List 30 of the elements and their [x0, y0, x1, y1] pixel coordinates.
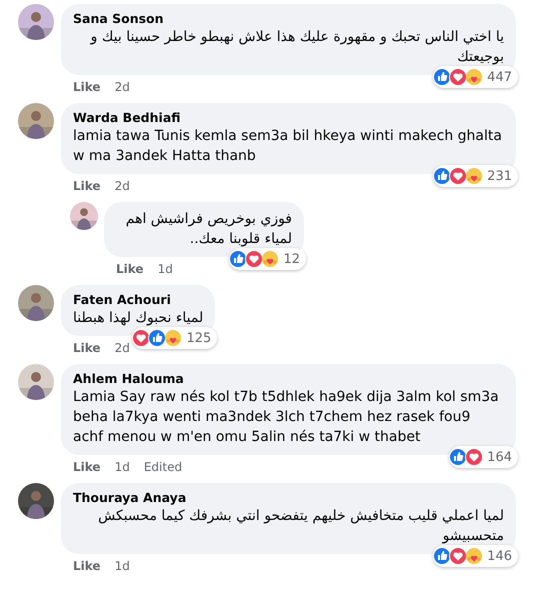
reaction-summary[interactable]: 12 [229, 248, 306, 270]
comment-text: Lamia Say raw nés kol t7b t5dhlek ha9ek dija 3alm kol sm3a beha la7kya wenti ma3ndek 3lch t7chem hez rasek fou9 achf menou w m'en omu 5alin nés ta7ki w thabet [73, 388, 500, 447]
author-name[interactable]: Faten Achouri [73, 292, 171, 308]
timestamp[interactable]: 1d [114, 460, 130, 474]
comment-text: فوزي بوخريص فراشيش اهم لمياء قلوبنا معك.. [124, 210, 292, 249]
edited-label: Edited [144, 460, 182, 474]
like-link[interactable]: Like [73, 341, 101, 355]
like-link[interactable]: Like [116, 262, 144, 276]
like-link[interactable]: Like [73, 559, 101, 573]
author-name[interactable]: Warda Bedhiafi [73, 110, 181, 126]
comment-text: lamia tawa Tunis kemla sem3a bil hkeya winti makech ghalta w ma 3andek Hatta thanb [73, 127, 503, 166]
timestamp[interactable]: 2d [114, 341, 130, 355]
like-link[interactable]: Like [73, 179, 101, 193]
timestamp[interactable]: 2d [114, 80, 130, 94]
like-link[interactable]: Like [73, 80, 101, 94]
author-name[interactable]: Thouraya Anaya [73, 490, 186, 506]
comment-text: يا اختي الناس تحبك و مقهورة عليك هذا علاش نهبطو خاطر حسينا بيك و بوجيعتك [89, 28, 504, 67]
comment-text: لمياء نحبوك لهذا هبطنا [73, 309, 204, 328]
reaction-summary[interactable]: 164 [449, 446, 518, 468]
timestamp[interactable]: 1d [114, 559, 130, 573]
reaction-summary[interactable]: 125 [132, 327, 218, 349]
author-name[interactable]: Ahlem Halouma [73, 371, 184, 387]
author-name[interactable]: Sana Sonson [73, 11, 164, 27]
like-link[interactable]: Like [73, 460, 101, 474]
reaction-summary[interactable]: 447 [433, 66, 518, 88]
timestamp[interactable]: 2d [114, 179, 130, 193]
timestamp[interactable]: 1d [158, 262, 173, 276]
reaction-summary[interactable]: 231 [433, 165, 518, 187]
reaction-summary[interactable]: 146 [433, 545, 518, 567]
comment-text: لميا اعملي قليب متخافيش خليهم يتفضحو انتي بشرفك كيما محسبكش متحسبيشو [97, 507, 504, 546]
